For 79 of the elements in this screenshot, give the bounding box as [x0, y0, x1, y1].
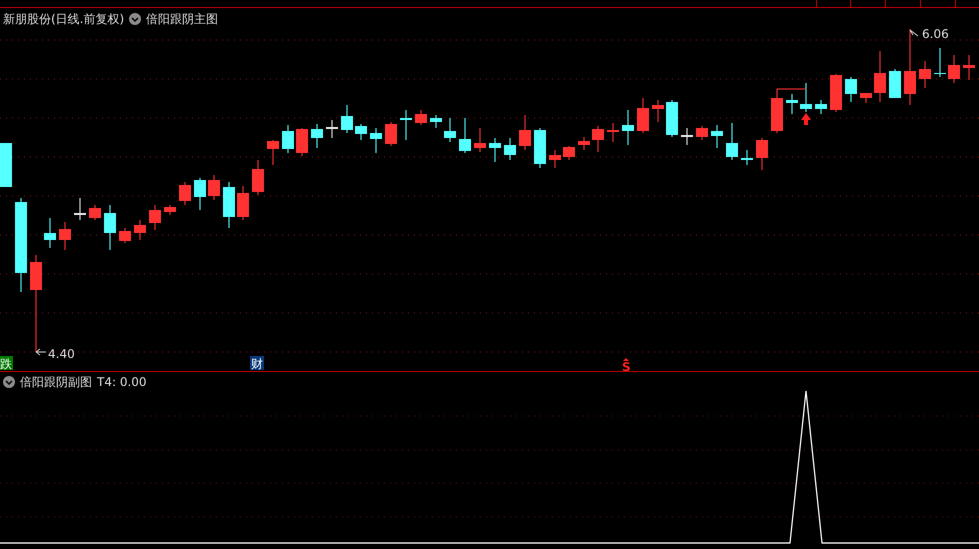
- candlestick: [681, 128, 693, 146]
- fall-marker: 跌: [0, 357, 12, 371]
- candlestick: [519, 114, 531, 150]
- candlestick: [474, 128, 486, 152]
- candlestick: [771, 98, 783, 134]
- up-arrow-icon: [623, 358, 629, 361]
- candlestick: [252, 160, 264, 196]
- candlestick: [370, 128, 382, 154]
- candlestick: [696, 126, 708, 140]
- up-arrow-icon: [801, 113, 811, 125]
- candlestick: [607, 122, 619, 142]
- chevron-down-icon[interactable]: [129, 13, 142, 25]
- candlestick: [400, 110, 412, 140]
- candlestick: [385, 122, 397, 146]
- candlestick: [0, 142, 12, 188]
- candlestick: [963, 54, 975, 80]
- candlestick: [489, 138, 501, 162]
- candlestick: [652, 100, 664, 122]
- candlestick: [311, 124, 323, 148]
- high-price-label: 6.06: [922, 27, 949, 41]
- sell-marker: S: [622, 360, 631, 371]
- candlestick: [741, 150, 753, 166]
- candlestick: [444, 118, 456, 142]
- candlestick: [845, 76, 857, 102]
- candlestick: [726, 122, 738, 160]
- candlestick: [622, 110, 634, 146]
- candlestick: [637, 98, 649, 134]
- candlestick: [948, 54, 960, 84]
- candlestick: [860, 92, 872, 104]
- candlestick: [430, 114, 442, 128]
- candlestick: [223, 182, 235, 228]
- candlestick: [341, 104, 353, 134]
- candlestick: [164, 204, 176, 216]
- chevron-down-icon[interactable]: [3, 376, 15, 388]
- indicator-reading: T4: 0.00: [97, 374, 147, 391]
- candlestick: [296, 128, 308, 156]
- candlestick: [934, 48, 946, 78]
- candlestick: [194, 178, 206, 210]
- candlestick: [800, 82, 812, 112]
- candlestick: [119, 228, 131, 244]
- finance-marker: 财: [251, 357, 263, 371]
- candlestick: [549, 150, 561, 168]
- candlestick: [326, 120, 338, 138]
- candlestick: [237, 186, 249, 220]
- candlestick: [149, 204, 161, 230]
- connector-line: [776, 88, 806, 98]
- candlestick: [563, 146, 575, 160]
- candlestick: [282, 124, 294, 154]
- candlestick: [830, 74, 842, 112]
- leader-line: [36, 348, 46, 356]
- candlestick: [208, 174, 220, 200]
- candlestick: [179, 182, 191, 206]
- candlestick: [874, 50, 886, 102]
- candlestick: [815, 100, 827, 114]
- candlestick: [104, 204, 116, 250]
- candlestick: [711, 124, 723, 148]
- indicator-name: 倍阳跟阴副图: [20, 374, 92, 391]
- candlestick: [267, 140, 279, 166]
- candlestick: [415, 110, 427, 126]
- low-price-label: 4.40: [48, 347, 75, 361]
- candlestick: [504, 138, 516, 160]
- candlestick: [786, 94, 798, 114]
- candlestick: [592, 126, 604, 152]
- candlestick: [459, 118, 471, 154]
- candlestick: [578, 136, 590, 150]
- candlestick: [59, 222, 71, 250]
- candlestick: [134, 220, 146, 240]
- candlestick: [74, 198, 86, 220]
- indicator-name: 倍阳跟阴主图: [146, 11, 218, 28]
- candlestick: [756, 138, 768, 170]
- candlestick: [44, 218, 56, 248]
- candlestick: [889, 68, 901, 98]
- candlestick: [355, 124, 367, 140]
- candlestick: [89, 204, 101, 220]
- candlestick: [666, 100, 678, 138]
- candlestick: [534, 128, 546, 168]
- leader-line: [910, 30, 918, 36]
- stock-title: 新朋股份(日线.前复权): [3, 11, 124, 28]
- candlestick: [919, 60, 931, 88]
